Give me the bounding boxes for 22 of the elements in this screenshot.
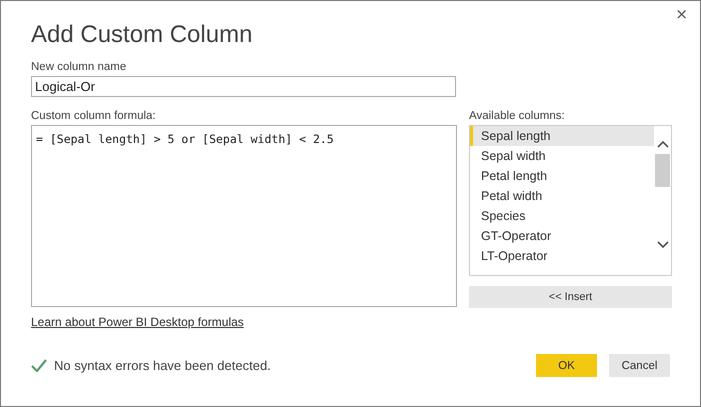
list-item[interactable]: GT-Operator: [470, 226, 654, 246]
field-label: Custom column formula:: [31, 110, 157, 122]
scrollbar-thumb[interactable]: [655, 154, 670, 187]
insert-button[interactable]: << Insert: [469, 286, 672, 308]
status-message: No syntax errors have been detected.: [54, 358, 271, 373]
list-item[interactable]: Species: [470, 206, 654, 226]
formulas-link[interactable]: Learn about Power BI Desktop formulas: [31, 315, 244, 329]
list-item[interactable]: Sepal length: [470, 126, 654, 146]
list-item[interactable]: LT-Operator: [470, 246, 654, 266]
scroll-down-icon[interactable]: [656, 241, 668, 249]
ok-button[interactable]: OK: [536, 354, 597, 377]
list-item[interactable]: Petal width: [470, 186, 654, 206]
list-item[interactable]: Petal length: [470, 166, 654, 186]
formula-field[interactable]: = [Sepal length] > 5 or [Sepal width] < 2.5: [31, 125, 457, 307]
cancel-button[interactable]: Cancel: [609, 354, 670, 377]
close-button[interactable]: ×: [671, 5, 692, 23]
input-field[interactable]: Logical-Or: [31, 76, 456, 97]
scroll-up-icon[interactable]: [656, 140, 668, 148]
window-title: Add Custom Column: [31, 21, 254, 49]
list-label: Available columns:: [469, 110, 566, 122]
list-item[interactable]: Sepal width: [470, 146, 654, 166]
field-label: New column name: [31, 61, 128, 73]
